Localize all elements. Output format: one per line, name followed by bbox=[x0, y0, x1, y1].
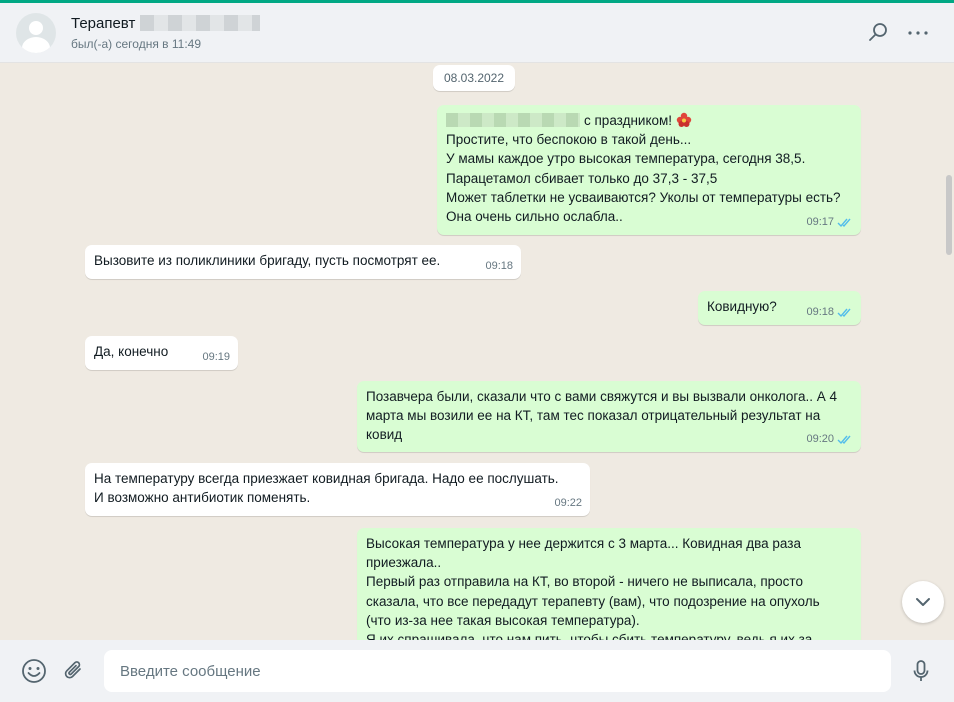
scrollbar[interactable] bbox=[946, 175, 952, 255]
contact-status: был(-а) сегодня в 11:49 bbox=[71, 37, 202, 51]
redacted-name bbox=[140, 15, 260, 31]
message-meta: 09:20 bbox=[806, 430, 853, 449]
message-outgoing[interactable]: с праздником! Простите, что беспокою в т… bbox=[437, 105, 861, 235]
message-text: Я их спрашивала, что нам пить, чтобы сби… bbox=[366, 632, 813, 640]
message-input[interactable] bbox=[104, 650, 891, 692]
message-text: марта мы возили ее на КТ, там тес показа… bbox=[366, 408, 821, 424]
message-time: 09:19 bbox=[202, 350, 230, 363]
message-time: 09:20 bbox=[806, 432, 834, 445]
message-text: Первый раз отправила на КТ, во второй - … bbox=[366, 574, 803, 590]
message-incoming[interactable]: На температуру всегда приезжает ковидная… bbox=[85, 463, 590, 516]
contact-name[interactable]: Терапевт bbox=[71, 15, 135, 32]
message-text: Парацетамол сбивает только до 37,3 - 37,… bbox=[446, 170, 718, 186]
read-ticks-icon bbox=[837, 435, 851, 444]
message-time: 09:17 bbox=[806, 215, 834, 228]
message-text: И возможно антибиотик поменять. bbox=[94, 490, 311, 506]
message-outgoing[interactable]: Позавчера были, сказали что с вами свяжу… bbox=[357, 381, 861, 452]
message-text: На температуру всегда приезжает ковидная… bbox=[94, 471, 559, 486]
message-text: с праздником! bbox=[584, 113, 673, 128]
emoji-icon[interactable] bbox=[21, 658, 47, 684]
message-meta: 09:18 bbox=[806, 303, 853, 322]
search-icon[interactable] bbox=[866, 21, 890, 45]
chevron-down-icon bbox=[916, 598, 930, 606]
message-incoming[interactable]: Вызовите из поликлиники бригаду, пусть п… bbox=[85, 245, 521, 279]
paperclip-icon[interactable] bbox=[61, 658, 87, 684]
message-meta: 09:18 bbox=[485, 257, 513, 276]
message-outgoing[interactable]: Высокая температура у нее держится с 3 м… bbox=[357, 528, 861, 640]
microphone-icon[interactable] bbox=[908, 658, 934, 684]
message-list[interactable]: 08.03.2022 с праздником! Простите, что б… bbox=[0, 63, 954, 640]
composer bbox=[0, 640, 954, 702]
message-text: Она очень сильно ослабла.. bbox=[446, 209, 623, 225]
message-text: Вызовите из поликлиники бригаду, пусть п… bbox=[94, 253, 441, 268]
message-text: Высокая температура у нее держится с 3 м… bbox=[366, 536, 801, 551]
message-incoming[interactable]: Да, конечно 09:19 bbox=[85, 336, 238, 370]
avatar[interactable] bbox=[16, 13, 56, 53]
message-text: ковид bbox=[366, 427, 403, 443]
redacted-name bbox=[446, 113, 580, 127]
menu-icon[interactable] bbox=[906, 21, 930, 45]
message-meta: 09:17 bbox=[806, 213, 853, 232]
message-outgoing[interactable]: Ковидную? 09:18 bbox=[698, 291, 861, 325]
message-text: сказала, что все передадут терапевту (ва… bbox=[366, 593, 820, 609]
flower-emoji-icon bbox=[676, 112, 692, 127]
message-text: Позавчера были, сказали что с вами свяжу… bbox=[366, 389, 838, 404]
message-meta: 09:22 bbox=[554, 494, 582, 513]
date-divider: 08.03.2022 bbox=[433, 65, 515, 91]
message-text: приезжала.. bbox=[366, 555, 442, 571]
read-ticks-icon bbox=[837, 218, 851, 227]
message-time: 09:18 bbox=[806, 305, 834, 318]
message-text: (что из-за нее такая высокая температура… bbox=[366, 612, 640, 628]
message-meta: 09:19 bbox=[202, 348, 230, 367]
message-text: Может таблетки не усваиваются? Уколы от … bbox=[446, 189, 841, 205]
message-text: У мамы каждое утро высокая температура, … bbox=[446, 151, 806, 167]
message-time: 09:18 bbox=[485, 259, 513, 272]
message-time: 09:22 bbox=[554, 496, 582, 509]
chat-header[interactable]: Терапевт был(-а) сегодня в 11:49 bbox=[0, 3, 954, 63]
message-text: Простите, что беспокою в такой день... bbox=[446, 132, 692, 148]
scroll-to-bottom-button[interactable] bbox=[902, 581, 944, 623]
read-ticks-icon bbox=[837, 308, 851, 317]
